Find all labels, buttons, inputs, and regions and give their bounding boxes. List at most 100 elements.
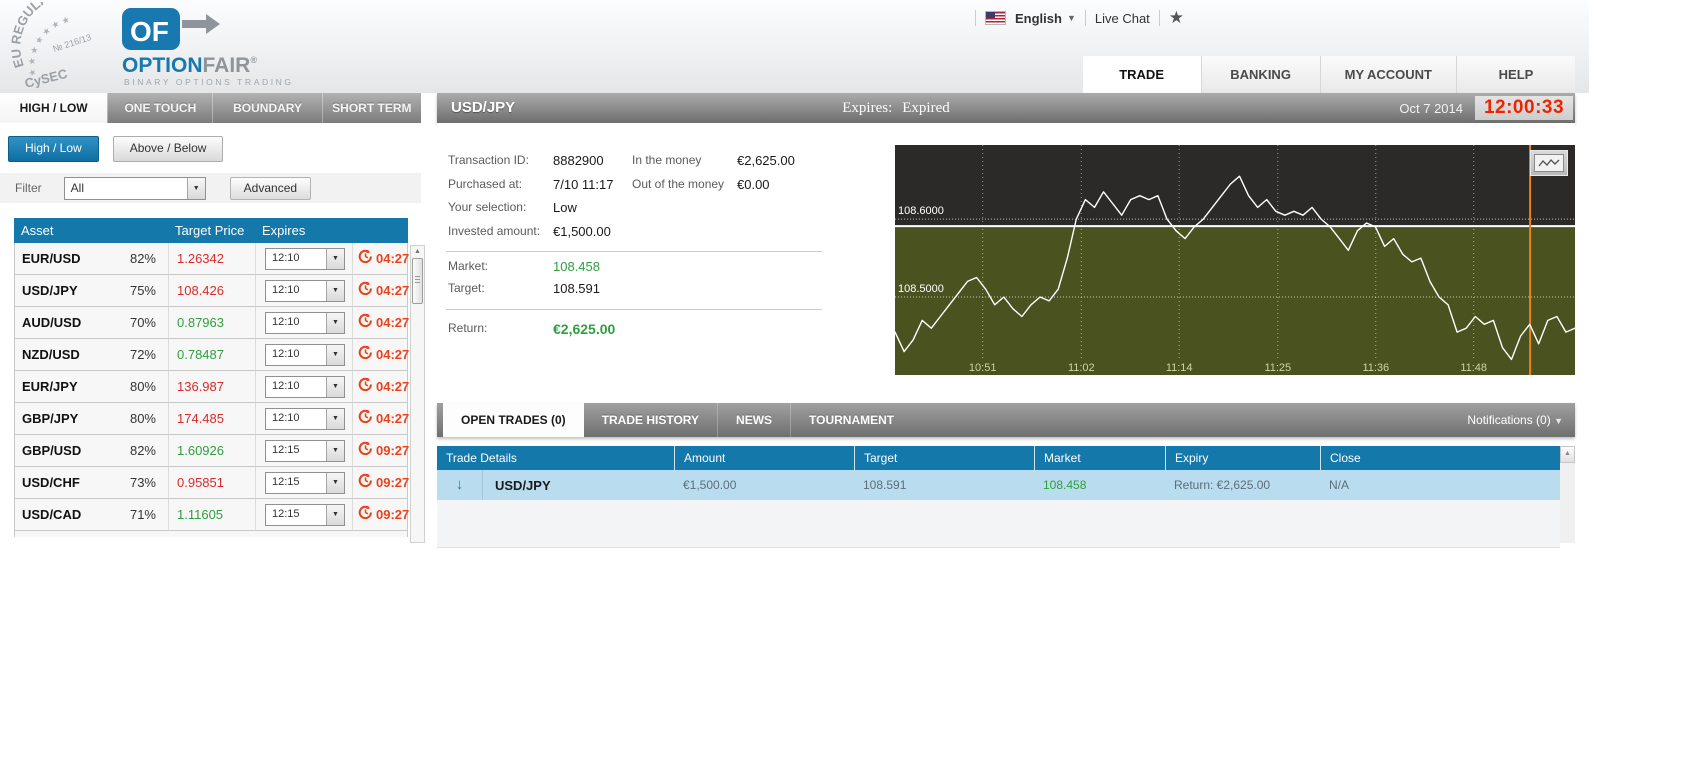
- trade-row[interactable]: ↓ USD/JPY €1,500.00 108.591 108.458 Return: €…: [437, 470, 1560, 500]
- logo-reg-no: № 216/13: [52, 32, 93, 54]
- asset-row[interactable]: EUR/JPY 80% 136.987 12:10 ▼ 04:27: [15, 371, 409, 403]
- trade-type-tab-boundary[interactable]: BOUNDARY: [212, 93, 321, 123]
- target-price: 174.485: [168, 403, 255, 434]
- nav-tab-my-account[interactable]: MY ACCOUNT: [1319, 56, 1456, 93]
- col-market: Market: [1034, 446, 1165, 470]
- asset-name: USD/JPY: [22, 283, 78, 298]
- countdown-cell: 09:27: [352, 499, 410, 530]
- svg-text:11:02: 11:02: [1068, 362, 1095, 374]
- bottom-tab-open-trades-0[interactable]: OPEN TRADES (0): [443, 403, 584, 437]
- advanced-button[interactable]: Advanced: [229, 176, 312, 200]
- countdown-timer: 04:27: [376, 347, 410, 362]
- language-selector[interactable]: English: [1015, 11, 1062, 26]
- purchased-at-value: 7/10 11:17: [553, 177, 614, 192]
- target-price: 1.26342: [168, 243, 255, 274]
- trade-close: N/A: [1329, 478, 1350, 492]
- filter-select[interactable]: All ▼: [63, 176, 206, 200]
- nav-tab-banking[interactable]: BANKING: [1200, 56, 1320, 93]
- expiry-select[interactable]: 12:15 ▼: [265, 471, 345, 494]
- trade-type-tab-one-touch[interactable]: ONE TOUCH: [107, 93, 212, 123]
- expiry-select-value: 12:15: [272, 443, 300, 456]
- asset-row[interactable]: EUR/USD 82% 1.26342 12:10 ▼ 04:27: [15, 243, 409, 275]
- expiry-select[interactable]: 12:10 ▼: [265, 343, 345, 366]
- payout-percent: 80%: [129, 411, 156, 426]
- countdown-cell: 04:27: [352, 371, 409, 402]
- svg-text:11:14: 11:14: [1166, 362, 1193, 374]
- countdown-timer: 09:27: [376, 507, 410, 522]
- asset-row[interactable]: USD/CAD 71% 1.11605 12:15 ▼ 09:27: [15, 499, 410, 531]
- down-arrow-icon: ↓: [437, 470, 483, 500]
- chevron-down-icon[interactable]: ▼: [326, 312, 344, 333]
- trades-scrollbar[interactable]: ▲: [1560, 446, 1575, 543]
- countdown-icon: [358, 473, 373, 493]
- nav-tab-trade[interactable]: TRADE: [1082, 56, 1201, 93]
- chevron-down-icon[interactable]: ▼: [1067, 13, 1076, 23]
- transaction-id-label: Transaction ID:: [448, 153, 529, 167]
- expiry-select[interactable]: 12:15 ▼: [265, 503, 345, 526]
- nav-tab-help[interactable]: HELP: [1456, 56, 1575, 93]
- invested-label: Invested amount:: [448, 224, 541, 238]
- bottom-tab-news[interactable]: NEWS: [717, 403, 790, 437]
- favorites-star-icon[interactable]: ★: [1169, 9, 1184, 27]
- asset-table: Asset Target Price Expires EUR/USD 82% 1.2…: [14, 218, 425, 543]
- expiry-select[interactable]: 12:10 ▼: [265, 375, 345, 398]
- asset-row[interactable]: GBP/USD 82% 1.60926 12:15 ▼ 09:27: [15, 435, 409, 467]
- expiry-select-value: 12:10: [272, 251, 300, 264]
- optionfair-logo[interactable]: EU REGULATED ★ ★ ★ ★ ★ ★ ★ № 216/13 CySE…: [10, 2, 310, 90]
- trade-type-tab-high-low[interactable]: HIGH / LOW: [0, 93, 108, 123]
- trade-type-tabs: HIGH / LOW ONE TOUCH BOUNDARY SHORT TERM: [0, 93, 421, 123]
- bottom-tab-tournament[interactable]: TOURNAMENT: [790, 403, 912, 437]
- trade-amount: €1,500.00: [683, 478, 737, 492]
- market-value: 108.458: [553, 259, 600, 274]
- payout-percent: 82%: [129, 443, 156, 458]
- chevron-down-icon[interactable]: ▼: [326, 376, 344, 397]
- bottom-tab-trade-history[interactable]: TRADE HISTORY: [584, 403, 717, 437]
- payout-percent: 71%: [129, 507, 156, 522]
- col-asset: Asset: [21, 223, 54, 238]
- view-button-high-low[interactable]: High / Low: [8, 136, 99, 162]
- chart-type-button[interactable]: [1530, 150, 1568, 176]
- asset-table-header: Asset Target Price Expires: [14, 218, 408, 243]
- chevron-down-icon[interactable]: ▼: [326, 504, 344, 525]
- selection-label: Your selection:: [448, 200, 527, 214]
- chevron-down-icon[interactable]: ▼: [326, 472, 344, 493]
- trade-type-tab-short-term[interactable]: SHORT TERM: [321, 93, 421, 123]
- asset-row[interactable]: AUD/USD 70% 0.87963 12:10 ▼ 04:27: [15, 307, 409, 339]
- trades-table-header: Trade Details Amount Target Market Expiry Clo…: [437, 446, 1560, 470]
- utility-bar: English ▼ Live Chat ★: [975, 8, 1184, 28]
- chevron-down-icon[interactable]: ▼: [326, 440, 344, 461]
- asset-row[interactable]: USD/CHF 73% 0.95851 12:15 ▼ 09:27: [15, 467, 409, 499]
- expiry-select[interactable]: 12:10 ▼: [265, 247, 345, 270]
- live-chat-link[interactable]: Live Chat: [1095, 11, 1150, 26]
- expiry-select[interactable]: 12:15 ▼: [265, 439, 345, 462]
- open-trades-section: Trade Details Amount Target Market Expiry Clo…: [437, 446, 1575, 548]
- asset-row[interactable]: USD/JPY 75% 108.426 12:10 ▼ 04:27: [15, 275, 409, 307]
- chevron-down-icon[interactable]: ▼: [326, 344, 344, 365]
- payout-percent: 75%: [129, 283, 156, 298]
- asset-row[interactable]: GBP/JPY 80% 174.485 12:10 ▼ 04:27: [15, 403, 410, 435]
- filter-select-value: All: [70, 180, 85, 195]
- chevron-down-icon[interactable]: ▼: [326, 408, 344, 429]
- divider: [975, 10, 976, 26]
- expiry-select[interactable]: 12:10 ▼: [265, 407, 345, 430]
- scrollbar-thumb[interactable]: [412, 258, 423, 304]
- expiry-select[interactable]: 12:10 ▼: [265, 279, 345, 302]
- expiry-select[interactable]: 12:10 ▼: [265, 311, 345, 334]
- chevron-down-icon[interactable]: ▼: [326, 280, 344, 301]
- asset-row[interactable]: NZD/USD 72% 0.78487 12:10 ▼ 04:27: [15, 339, 410, 371]
- asset-name: USD/CHF: [22, 475, 80, 490]
- countdown-timer: 04:27: [376, 411, 410, 426]
- optionfair-app: EU REGULATED ★ ★ ★ ★ ★ ★ ★ № 216/13 CySE…: [0, 0, 1706, 778]
- chevron-down-icon[interactable]: ▼: [186, 177, 205, 199]
- asset-table-scrollbar[interactable]: ▲: [410, 245, 425, 543]
- view-button-above-below[interactable]: Above / Below: [112, 136, 224, 162]
- notifications-toggle[interactable]: Notifications (0) ▼: [1467, 403, 1563, 438]
- chevron-down-icon[interactable]: ▼: [326, 248, 344, 269]
- scroll-up-icon[interactable]: ▲: [1560, 446, 1575, 463]
- scroll-up-icon[interactable]: ▲: [411, 246, 424, 257]
- invested-value: €1,500.00: [553, 224, 611, 239]
- trade-target: 108.591: [863, 478, 907, 492]
- svg-text:11:48: 11:48: [1460, 362, 1487, 374]
- bottom-tabs: OPEN TRADES (0) TRADE HISTORY NEWS TOURNAME…: [443, 403, 912, 437]
- col-close: Close: [1320, 446, 1560, 470]
